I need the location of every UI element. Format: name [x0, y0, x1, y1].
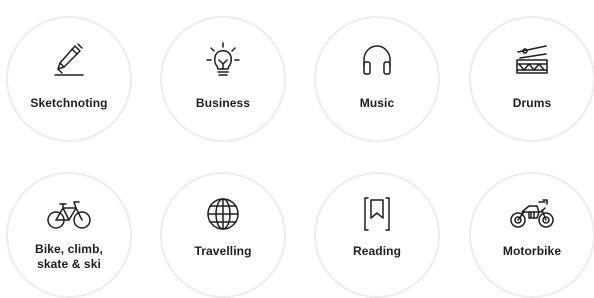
interest-label-line-1: Bike, climb, — [35, 242, 103, 256]
interest-tile-motorbike[interactable]: Motorbike — [469, 172, 594, 298]
pencil-icon — [49, 40, 89, 80]
motorbike-icon — [509, 192, 555, 232]
interests-grid: Sketchnoting Business Music Drums Bike, … — [0, 0, 594, 298]
interest-label: Travelling — [194, 244, 252, 258]
headphones-icon — [357, 40, 397, 80]
lightbulb-icon — [203, 40, 243, 80]
interest-tile-sketchnoting[interactable]: Sketchnoting — [6, 16, 132, 142]
bookmark-book-icon — [357, 194, 397, 234]
interest-label-multiline: Bike, climb, skate & ski — [8, 242, 130, 272]
interest-tile-music[interactable]: Music — [314, 16, 440, 142]
interest-tile-travelling[interactable]: Travelling — [160, 172, 286, 298]
globe-icon — [203, 194, 243, 234]
drum-icon — [512, 40, 552, 80]
interest-tile-drums[interactable]: Drums — [469, 16, 594, 142]
interest-label: Business — [195, 96, 251, 110]
interest-tile-business[interactable]: Business — [160, 16, 286, 142]
interest-label: Drums — [512, 96, 552, 110]
interest-label: Motorbike — [502, 244, 562, 258]
interest-tile-reading[interactable]: Reading — [314, 172, 440, 298]
interest-label-line-2: skate & ski — [37, 257, 101, 271]
interest-label: Music — [359, 96, 395, 110]
interest-tile-bike-climb-skate-ski[interactable]: Bike, climb, skate & ski — [6, 172, 132, 298]
interest-label: Sketchnoting — [30, 96, 108, 110]
interest-label: Reading — [352, 244, 402, 258]
bicycle-icon — [46, 194, 92, 234]
